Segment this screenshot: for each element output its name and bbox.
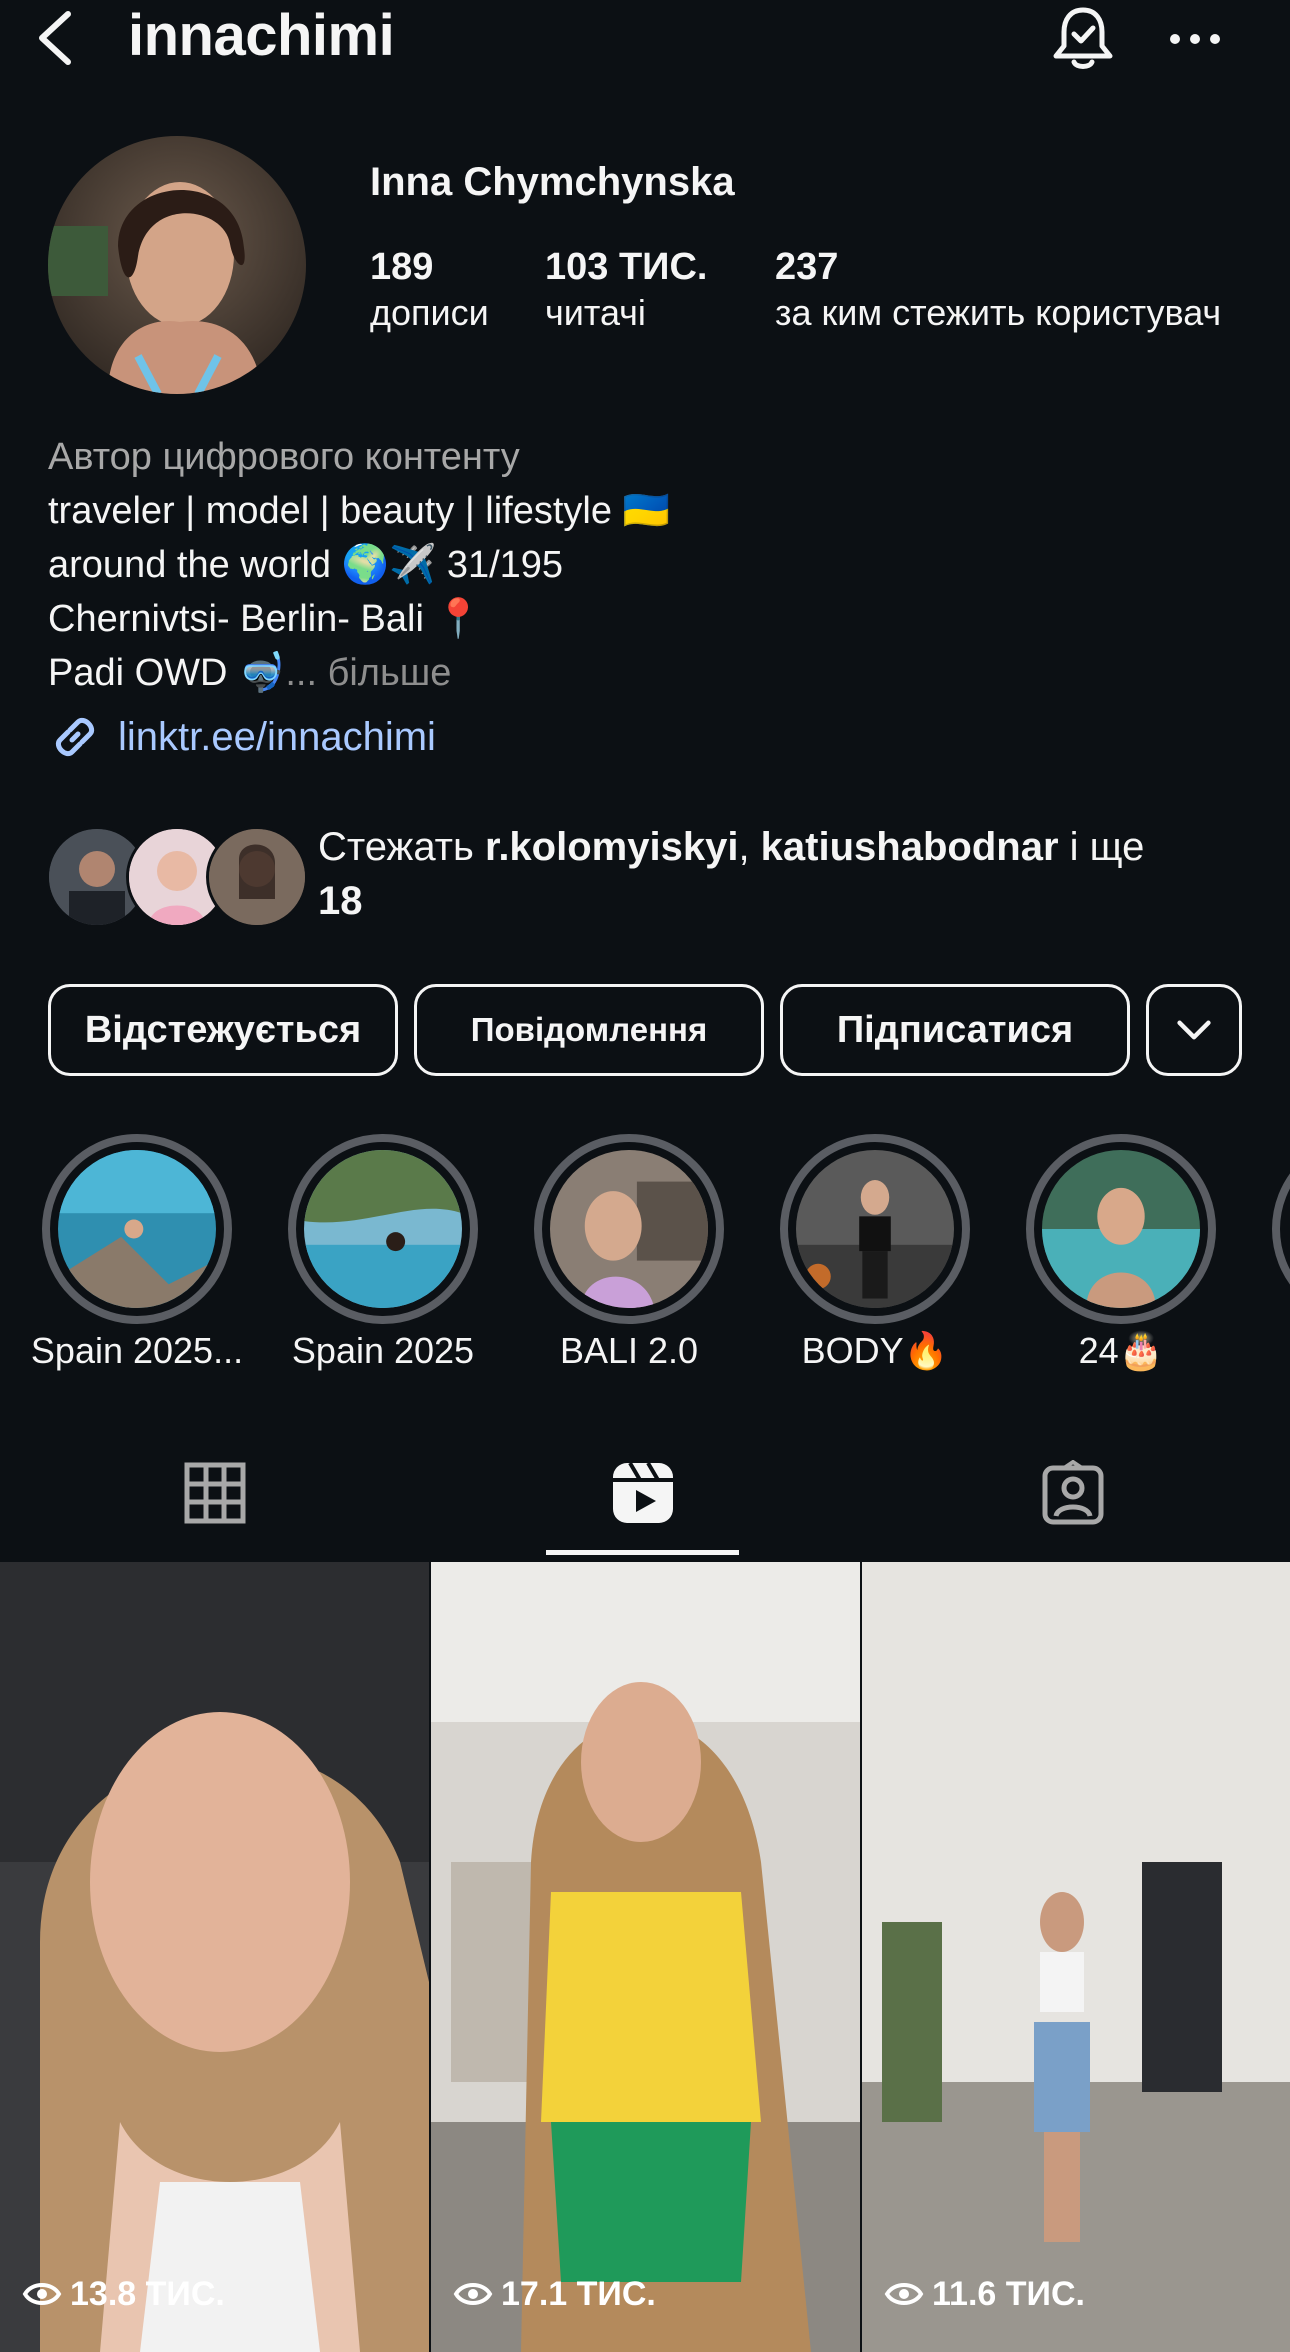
highlight-cover — [1042, 1150, 1200, 1308]
following-button[interactable]: Відстежується — [48, 984, 398, 1076]
stat-following-value: 237 — [775, 246, 839, 288]
highlight-ring — [780, 1134, 970, 1324]
highlight-cover — [796, 1150, 954, 1308]
eye-icon — [884, 2283, 924, 2305]
stat-posts-value: 189 — [370, 246, 434, 288]
highlight-label: Spain 2025 — [291, 1330, 475, 1371]
highlight-cover — [58, 1150, 216, 1308]
stat-followers-label: читачі — [545, 292, 646, 333]
reel-thumbnail[interactable]: 17.1 ТИС. — [431, 1562, 860, 2352]
eye-icon — [22, 2283, 62, 2305]
reel-thumbnail[interactable]: 11.6 ТИС. — [862, 1562, 1290, 2352]
mutual-user-link[interactable]: katiushabodnar — [761, 825, 1059, 869]
bio-external-link[interactable]: linktr.ee/innachimi — [48, 710, 436, 764]
mutual-user-link[interactable]: r.kolomyiskyi — [485, 825, 738, 869]
chevron-down-icon — [1177, 1020, 1211, 1040]
stat-followers-value: 103 ТИС. — [545, 246, 708, 288]
mutual-followers-avatars[interactable] — [46, 826, 308, 928]
stat-posts[interactable]: 189 дописи — [370, 244, 489, 336]
eye-icon — [453, 2283, 493, 2305]
bio-line: Chernivtsi- Berlin- Bali 📍 — [48, 598, 482, 640]
stat-following[interactable]: 237 за ким стежить користувач — [775, 244, 1221, 336]
highlight-label: 24🎂 — [1078, 1330, 1164, 1371]
grid-tab-icon[interactable] — [182, 1460, 248, 1526]
story-highlight[interactable]: BALI 2.0 — [534, 1134, 724, 1371]
bio-link-text: linktr.ee/innachimi — [118, 714, 436, 759]
profile-username: innachimi — [128, 3, 395, 68]
reel-view-count: 13.8 ТИС. — [22, 2274, 225, 2314]
profile-avatar[interactable] — [48, 136, 306, 394]
highlight-label: BALI 2.0 — [559, 1330, 699, 1371]
bio-line: around the world 🌍✈️ 31/195 — [48, 544, 564, 586]
story-highlight[interactable]: BODY🔥 — [780, 1134, 970, 1371]
highlight-cover — [550, 1150, 708, 1308]
reel-views-text: 17.1 ТИС. — [501, 2274, 656, 2313]
message-button[interactable]: Повідомлення — [414, 984, 764, 1076]
highlight-cover — [304, 1150, 462, 1308]
highlight-ring — [1026, 1134, 1216, 1324]
tagged-tab-icon[interactable] — [1040, 1459, 1106, 1526]
highlight-ring — [42, 1134, 232, 1324]
suggested-accounts-button[interactable] — [1146, 984, 1242, 1076]
story-highlight[interactable]: 24🎂 — [1026, 1134, 1216, 1371]
stat-posts-label: дописи — [370, 292, 489, 333]
profile-bio: Автор цифрового контенту traveler | mode… — [48, 430, 1248, 700]
highlight-label: Spain 2025... — [30, 1330, 244, 1371]
mutual-avatar — [206, 826, 308, 928]
bio-more-link[interactable]: ... більше — [285, 652, 451, 694]
story-highlight[interactable]: Spain 2025 — [288, 1134, 478, 1371]
bio-line: traveler | model | beauty | lifestyle 🇺🇦 — [48, 490, 670, 532]
back-arrow-icon[interactable] — [30, 8, 84, 68]
subscribe-button[interactable]: Підписатися — [780, 984, 1130, 1076]
active-tab-indicator — [546, 1550, 739, 1555]
bio-line: Padi OWD 🤿 — [48, 652, 286, 694]
story-highlight-partial[interactable] — [1272, 1134, 1290, 1324]
reel-views-text: 11.6 ТИС. — [932, 2274, 1085, 2313]
mutual-count: 18 — [318, 879, 363, 923]
reel-view-count: 11.6 ТИС. — [884, 2274, 1085, 2314]
reel-views-text: 13.8 ТИС. — [70, 2274, 225, 2313]
stat-followers[interactable]: 103 ТИС. читачі — [545, 244, 707, 336]
mutual-separator: , — [738, 825, 761, 869]
more-options-icon[interactable] — [1165, 14, 1225, 64]
link-icon — [56, 718, 94, 756]
story-highlight[interactable]: Spain 2025... — [31, 1134, 243, 1371]
highlight-ring — [288, 1134, 478, 1324]
mutual-prefix: Стежать — [318, 825, 485, 869]
notification-bell-icon[interactable] — [1048, 4, 1118, 74]
stat-following-label: за ким стежить користувач — [775, 292, 1222, 333]
reel-thumbnail[interactable]: 13.8 ТИС. — [0, 1562, 429, 2352]
reel-view-count: 17.1 ТИС. — [453, 2274, 656, 2314]
highlight-label: BODY🔥 — [801, 1330, 949, 1371]
reels-tab-icon[interactable] — [610, 1460, 676, 1526]
highlight-ring — [534, 1134, 724, 1324]
profile-full-name: Inna Chymchynska — [370, 160, 735, 204]
bio-category: Автор цифрового контенту — [48, 436, 520, 478]
mutual-followers-text[interactable]: Стежать r.kolomyiskyi, katiushabodnar і … — [318, 820, 1248, 928]
mutual-suffix: і ще — [1058, 825, 1145, 869]
